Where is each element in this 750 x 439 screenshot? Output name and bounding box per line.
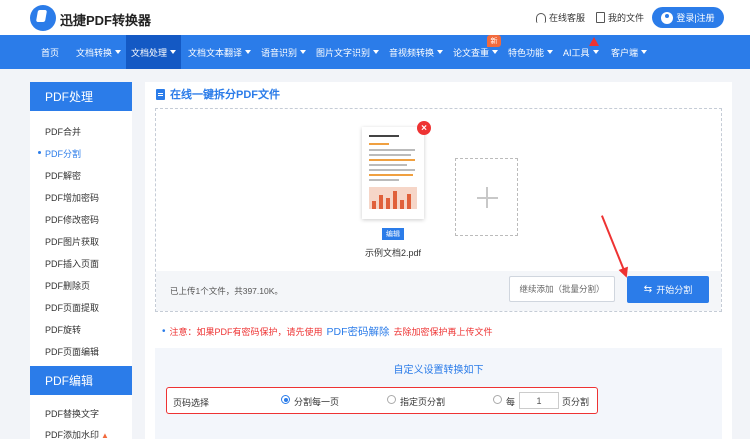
option-split-every-page[interactable]: 分割每一页 (294, 395, 339, 408)
user-icon (661, 11, 674, 24)
app-logo-icon[interactable] (30, 5, 56, 31)
nav-av-convert[interactable]: 音视频转换 (384, 35, 448, 69)
swap-arrows-icon: ⇆ (643, 284, 653, 295)
top-header: 迅捷PDF转换器 在线客服 我的文件 登录|注册 (0, 0, 750, 35)
nav-speech[interactable]: 语音识别 (256, 35, 311, 69)
sidebar-item-insert-page[interactable]: PDF插入页面 (45, 257, 99, 270)
sidebar-item-replace-text[interactable]: PDF替换文字 (45, 407, 99, 420)
main-nav: 首页 文档转换 文档处理 文档文本翻译 语音识别 图片文字识别 音视频转换 论文… (0, 35, 750, 69)
sidebar-item-split[interactable]: PDF分割 (37, 147, 81, 160)
add-file-plus-icon[interactable] (455, 158, 518, 236)
nav-client[interactable]: 客户端 (606, 35, 652, 69)
sidebar-item-add-watermark[interactable]: PDF添加水印 ▲ (45, 428, 109, 439)
my-files-link[interactable]: 我的文件 (596, 11, 644, 24)
sidebar-item-rotate[interactable]: PDF旋转 (45, 323, 81, 336)
chevron-down-icon (641, 50, 648, 54)
sidebar-item-delete-page[interactable]: PDF删除页 (45, 279, 90, 292)
chevron-down-icon (592, 50, 599, 54)
nav-doc-translate[interactable]: 文档文本翻译 (183, 35, 256, 69)
file-name: 示例文档2.pdf (364, 248, 422, 258)
chevron-down-icon (547, 50, 554, 54)
pdf-thumbnail[interactable] (362, 127, 424, 219)
chevron-down-icon (373, 50, 380, 54)
nav-home[interactable]: 首页 (36, 35, 64, 69)
option-every-label: 每 (506, 397, 516, 407)
sidebar-item-change-password[interactable]: PDF修改密码 (45, 213, 99, 226)
pages-per-split-input[interactable] (519, 392, 559, 409)
bullet-icon: • (162, 326, 166, 337)
new-badge: 新 (487, 35, 501, 47)
password-notice: • 注意：如果PDF有密码保护，请先使用 PDF密码解除 去除加密保护再上传文件 (162, 324, 493, 339)
app-logo-text[interactable]: 迅捷PDF转换器 (60, 10, 151, 29)
file-icon (156, 88, 165, 100)
login-register-button[interactable]: 登录|注册 (652, 7, 724, 28)
online-service-link[interactable]: 在线客服 (536, 11, 585, 24)
sidebar-item-page-edit[interactable]: PDF页面编辑 (45, 345, 99, 358)
option-split-specified[interactable]: 指定页分割 (400, 395, 445, 408)
pdf-password-remove-link[interactable]: PDF密码解除 (327, 324, 390, 339)
sidebar-item-add-password[interactable]: PDF增加密码 (45, 191, 99, 204)
hot-marker-icon (589, 37, 599, 46)
headset-icon (536, 12, 546, 23)
start-split-button[interactable]: ⇆ 开始分割 (627, 276, 709, 303)
radio-split-every-page[interactable] (281, 395, 290, 404)
sidebar-item-merge[interactable]: PDF合并 (45, 125, 81, 138)
edit-file-button[interactable]: 编辑 (382, 228, 404, 240)
document-icon (596, 12, 605, 23)
chevron-down-icon (492, 50, 499, 54)
chevron-down-icon (115, 50, 122, 54)
nav-ocr[interactable]: 图片文字识别 (311, 35, 384, 69)
chevron-down-icon (170, 50, 177, 54)
sidebar: PDF处理 PDF合并 PDF分割 PDF解密 PDF增加密码 PDF修改密码 … (30, 82, 132, 439)
nav-doc-process[interactable]: 文档处理 (126, 35, 182, 69)
chevron-down-icon (437, 50, 444, 54)
page-select-label: 页码选择 (173, 398, 210, 408)
settings-title: 自定义设置转换如下 (393, 365, 484, 376)
radio-split-specified[interactable] (387, 395, 396, 404)
sidebar-item-extract-page[interactable]: PDF页面提取 (45, 301, 99, 314)
option-page-split-label: 页分割 (562, 397, 590, 407)
sidebar-group-pdf-process: PDF处理 (30, 82, 132, 111)
radio-split-every-n[interactable] (493, 395, 502, 404)
section-title: 在线一键拆分PDF文件 (156, 86, 280, 102)
chevron-down-icon (300, 50, 307, 54)
sidebar-item-decrypt[interactable]: PDF解密 (45, 169, 81, 182)
upload-status-text: 已上传1个文件，共397.10K。 (170, 286, 283, 296)
chevron-down-icon (245, 50, 252, 54)
thumbnail-chart (369, 187, 417, 209)
fire-icon: ▲ (101, 431, 109, 439)
remove-file-close-icon[interactable]: × (417, 121, 431, 135)
sidebar-item-extract-images[interactable]: PDF图片获取 (45, 235, 99, 248)
continue-add-button[interactable]: 继续添加（批量分割） (509, 276, 615, 302)
sidebar-group-pdf-edit: PDF编辑 (30, 366, 132, 395)
nav-doc-convert[interactable]: 文档转换 (71, 35, 126, 69)
nav-features[interactable]: 特色功能 (503, 35, 558, 69)
